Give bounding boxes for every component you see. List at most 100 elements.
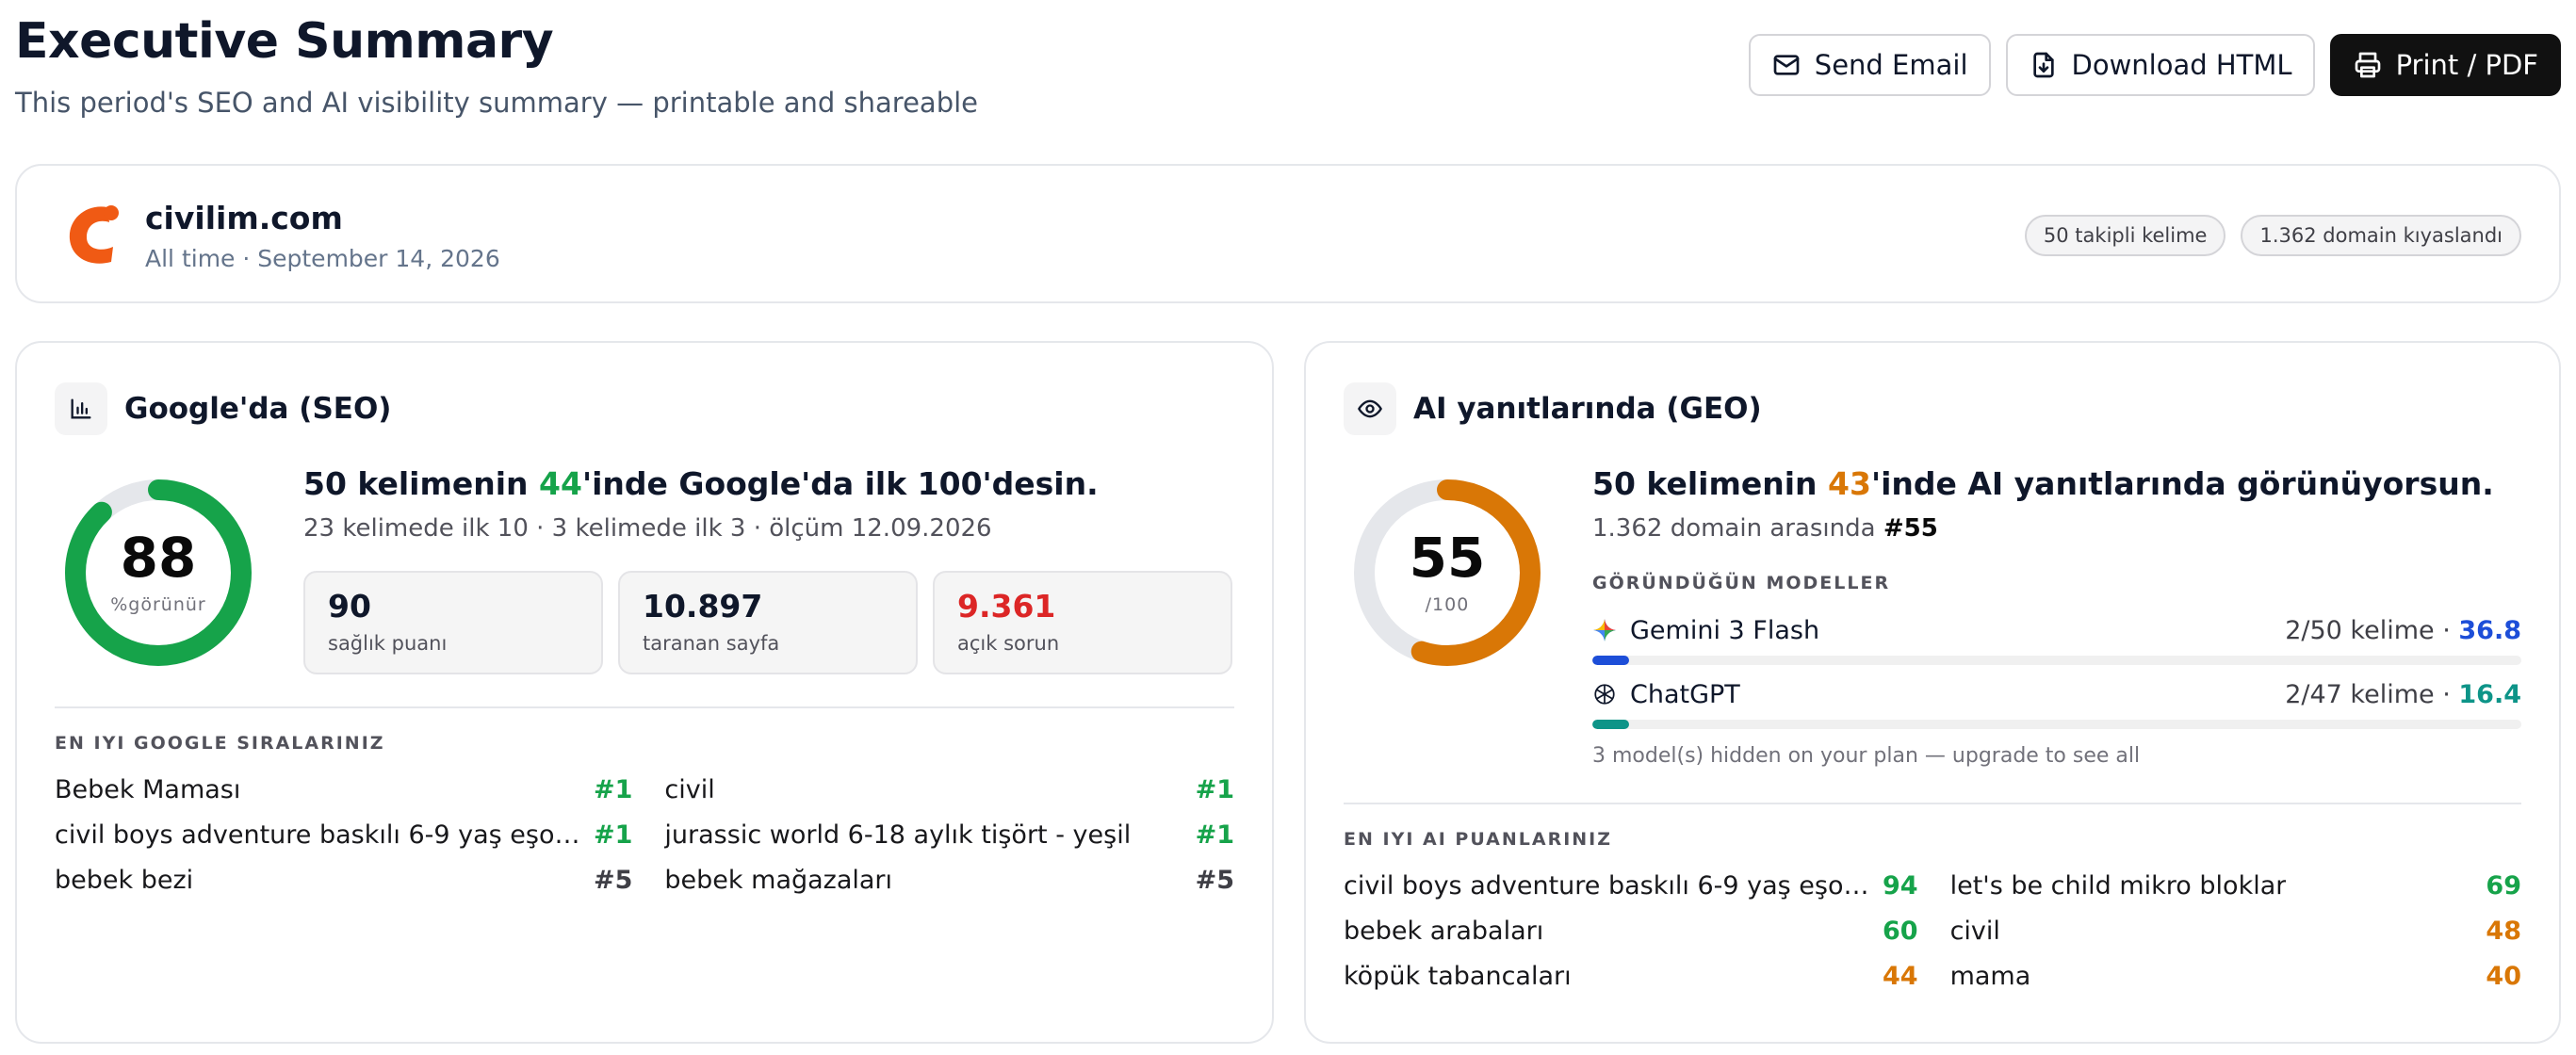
score: 48: [2486, 916, 2521, 946]
hidden-models-note[interactable]: 3 model(s) hidden on your plan — upgrade…: [1592, 744, 2140, 768]
executive-summary-page: Executive Summary This period's SEO and …: [0, 0, 2576, 1055]
stat-value: 90: [328, 588, 371, 625]
print-pdf-label: Print / PDF: [2395, 49, 2538, 81]
models-label: GÖRÜNDÜĞÜN MODELLER: [1592, 573, 1891, 593]
list-item[interactable]: civil boys adventure baskılı 6-9 yaş eşo…: [55, 812, 632, 857]
list-item[interactable]: let's be child mikro bloklar 69: [1950, 863, 2521, 908]
seo-panel: Google'da (SEO) 88 %görünür 50 kelimenin…: [15, 341, 1274, 1044]
seo-score-value: 88: [120, 526, 197, 590]
list-item[interactable]: jurassic world 6-18 aylık tişört - yeşil…: [664, 812, 1234, 857]
model-name: Gemini 3 Flash: [1630, 615, 1820, 645]
geo-headline: 50 kelimenin 43'inde AI yanıtlarında gör…: [1592, 465, 2494, 502]
seo-rankings-list: Bebek Maması #1 civil #1 civil boys advent…: [55, 767, 1234, 902]
seo-subline: 23 kelimede ilk 10 · 3 kelimede ilk 3 · …: [303, 514, 992, 543]
domain-logo: [69, 205, 119, 264]
rank: #5: [594, 865, 633, 895]
list-item[interactable]: bebek arabaları 60: [1344, 908, 1918, 953]
download-html-button[interactable]: Download HTML: [2005, 34, 2315, 96]
rank: #1: [594, 774, 633, 804]
score: 69: [2486, 870, 2521, 901]
stat-label: açık sorun: [957, 632, 1060, 655]
geo-headline-post: 'inde AI yanıtlarında görünüyorsun.: [1870, 465, 2494, 502]
score: 60: [1883, 916, 1918, 946]
geo-subline-text: 1.362 domain arasında: [1592, 514, 1883, 543]
geo-domain-rank: #55: [1883, 514, 1938, 543]
geo-panel-header: AI yanıtlarında (GEO): [1344, 382, 1762, 435]
list-item[interactable]: bebek bezi #5: [55, 857, 632, 902]
keyword: civil: [664, 774, 715, 804]
compared-domains-badge: 1.362 domain kıyaslandı: [2241, 215, 2521, 256]
keyword: civil boys adventure baskılı 6-9 yaş eşo…: [55, 820, 582, 850]
stat-value: 10.897: [643, 588, 763, 625]
model-count: 2/47 kelime ·: [2285, 679, 2459, 709]
geo-score-center: 55 /100: [1351, 477, 1543, 669]
geo-panel: AI yanıtlarında (GEO) 55 /100 50 kelimen…: [1304, 341, 2561, 1044]
gemini-icon: [1593, 619, 1616, 641]
send-email-button[interactable]: Send Email: [1748, 34, 1991, 96]
seo-rankings-label: EN IYI GOOGLE SIRALARINIZ: [55, 733, 385, 754]
model-stats: 2/50 kelime · 36.8: [2285, 616, 2521, 645]
model-name-group: Gemini 3 Flash: [1592, 616, 1819, 645]
seo-headline-pre: 50 kelimenin: [303, 465, 540, 502]
list-item[interactable]: civil 48: [1950, 908, 2521, 953]
eye-icon: [1344, 382, 1396, 435]
keyword: civil: [1949, 916, 2000, 946]
tracked-keywords-badge: 50 takipli kelime: [2024, 215, 2226, 256]
domain-card: civilim.com All time · September 14, 202…: [15, 164, 2561, 303]
geo-panel-title: AI yanıtlarında (GEO): [1413, 392, 1762, 426]
model-name-group: ChatGPT: [1592, 680, 1740, 709]
chatgpt-icon: [1594, 684, 1615, 705]
seo-panel-header: Google'da (SEO): [55, 382, 391, 435]
geo-score-value: 55: [1409, 526, 1486, 590]
model-stats: 2/47 kelime · 16.4: [2285, 680, 2521, 709]
geo-scores-list: civil boys adventure baskılı 6-9 yaş eşo…: [1344, 863, 2521, 998]
keyword: mama: [1949, 961, 2031, 991]
seo-divider: [55, 706, 1234, 708]
list-item[interactable]: civil boys adventure baskılı 6-9 yaş eşo…: [1344, 863, 1918, 908]
bar-chart-icon: [55, 382, 107, 435]
printer-icon: [2355, 52, 2380, 78]
file-download-icon: [2032, 52, 2054, 78]
geo-headline-count: 43: [1828, 465, 1871, 502]
seo-headline-count: 44: [539, 465, 582, 502]
model-row: ChatGPT 2/47 kelime · 16.4: [1592, 678, 2521, 710]
geo-subline: 1.362 domain arasında #55: [1592, 514, 1938, 543]
model-bar-fill: [1592, 720, 1630, 729]
rank: #5: [1195, 865, 1234, 895]
list-item[interactable]: köpük tabancaları 44: [1344, 953, 1918, 998]
list-item[interactable]: Bebek Maması #1: [55, 767, 632, 812]
model-chatgpt: ChatGPT 2/47 kelime · 16.4: [1592, 678, 2521, 735]
list-item[interactable]: mama 40: [1950, 953, 2521, 998]
domain-badges: 50 takipli kelime 1.362 domain kıyasland…: [2024, 215, 2521, 256]
stat-value: 9.361: [957, 588, 1056, 625]
list-item[interactable]: civil #1: [664, 767, 1234, 812]
crawled-pages-stat: 10.897 taranan sayfa: [618, 571, 918, 674]
model-score: 36.8: [2458, 615, 2521, 645]
seo-score-unit: %görünür: [110, 594, 206, 615]
seo-stats: 90 sağlık puanı 10.897 taranan sayfa 9.3…: [303, 571, 1232, 674]
page-header: Executive Summary This period's SEO and …: [15, 13, 978, 119]
keyword: köpük tabancaları: [1344, 961, 1572, 991]
model-bar: [1592, 656, 2521, 665]
domain-meta: All time · September 14, 2026: [145, 245, 500, 272]
print-pdf-button[interactable]: Print / PDF: [2329, 34, 2561, 96]
geo-divider: [1344, 803, 2521, 804]
model-row: Gemini 3 Flash 2/50 kelime · 36.8: [1592, 614, 2521, 646]
score: 44: [1883, 961, 1918, 991]
geo-headline-pre: 50 kelimenin: [1592, 465, 1829, 502]
model-bar: [1592, 720, 2521, 729]
rank: #1: [1195, 774, 1234, 804]
geo-score-unit: /100: [1425, 594, 1470, 615]
model-score: 16.4: [2458, 679, 2521, 709]
keyword: bebek bezi: [55, 865, 194, 895]
geo-scores-label: EN IYI AI PUANLARINIZ: [1344, 829, 1613, 850]
stat-label: taranan sayfa: [643, 632, 780, 655]
keyword: Bebek Maması: [55, 774, 241, 804]
list-item[interactable]: bebek mağazaları #5: [664, 857, 1234, 902]
keyword: let's be child mikro bloklar: [1949, 870, 2287, 901]
seo-headline-post: 'inde Google'da ilk 100'desin.: [581, 465, 1099, 502]
keyword: jurassic world 6-18 aylık tişört - yeşil: [664, 820, 1132, 850]
mail-icon: [1773, 55, 1800, 75]
score: 40: [2486, 961, 2521, 991]
page-subtitle: This period's SEO and AI visibility summ…: [15, 87, 978, 119]
